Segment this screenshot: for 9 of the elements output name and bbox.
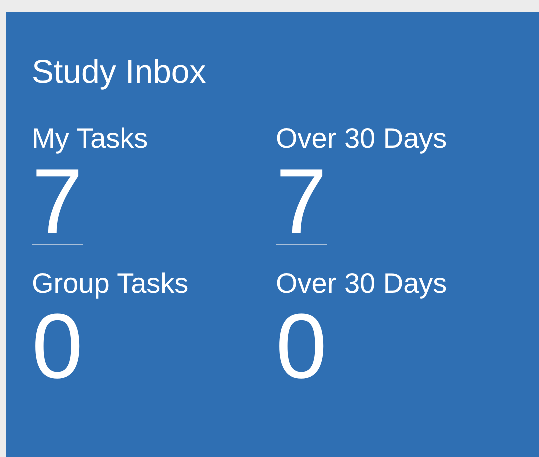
count-link[interactable]: 7	[276, 162, 328, 245]
stat-label: Over 30 Days	[276, 269, 448, 299]
stat-label: My Tasks	[32, 124, 148, 154]
stat-label: Group Tasks	[32, 269, 189, 299]
stat-label: Over 30 Days	[276, 124, 448, 154]
count-value: 0	[32, 307, 84, 389]
count-link[interactable]: 7	[32, 162, 84, 245]
count-value: 0	[276, 307, 328, 389]
panel-title: Study Inbox	[32, 54, 208, 90]
